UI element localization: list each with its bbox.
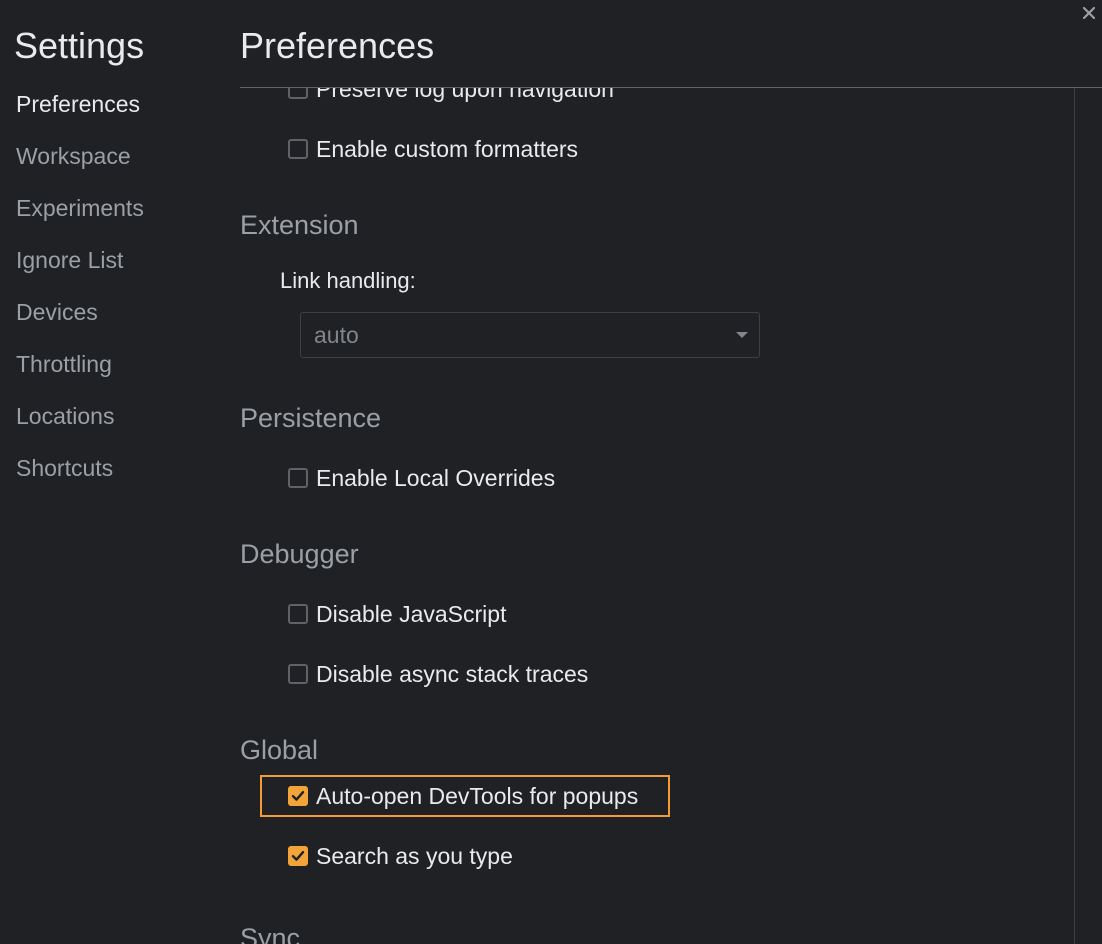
sidebar-item-experiments[interactable]: Experiments — [0, 182, 225, 234]
search-as-you-type-checkbox-row[interactable]: Search as you type — [288, 841, 513, 871]
link-handling-select[interactable]: auto — [300, 312, 760, 358]
sidebar-item-throttling[interactable]: Throttling — [0, 338, 225, 390]
search-as-you-type-label: Search as you type — [316, 843, 513, 869]
auto-open-devtools-label: Auto-open DevTools for popups — [316, 783, 639, 809]
auto-open-devtools-checkbox-row[interactable]: Auto-open DevTools for popups — [288, 781, 638, 811]
link-handling-label: Link handling: — [280, 268, 416, 293]
chevron-down-icon — [736, 332, 748, 338]
disable-async-label: Disable async stack traces — [316, 661, 589, 687]
custom-formatters-checkbox[interactable] — [288, 139, 308, 159]
preserve-log-label: Preserve log upon navigation — [316, 88, 614, 102]
page-title: Preferences — [240, 25, 435, 66]
sidebar-item-ignore-list[interactable]: Ignore List — [0, 234, 225, 286]
section-title-debugger: Debugger — [240, 539, 359, 569]
custom-formatters-checkbox-row[interactable]: Enable custom formatters — [288, 134, 578, 164]
section-title-persistence: Persistence — [240, 403, 382, 433]
sidebar-item-workspace[interactable]: Workspace — [0, 130, 225, 182]
custom-formatters-label: Enable custom formatters — [316, 136, 579, 162]
settings-sidebar: Settings Preferences Workspace Experimen… — [0, 0, 225, 944]
settings-window: Settings Preferences Workspace Experimen… — [0, 0, 1102, 944]
section-title-global: Global — [240, 735, 319, 765]
close-button[interactable] — [1078, 2, 1100, 26]
sidebar-title: Settings — [14, 25, 145, 66]
section-title-sync: Sync — [240, 923, 301, 944]
link-handling-value: auto — [314, 322, 359, 348]
auto-open-devtools-checkbox[interactable] — [288, 786, 308, 806]
sidebar-item-preferences[interactable]: Preferences — [0, 78, 225, 130]
disable-javascript-checkbox[interactable] — [288, 604, 308, 624]
preserve-log-checkbox-row[interactable]: Preserve log upon navigation — [288, 88, 614, 104]
sidebar-nav: Preferences Workspace Experiments Ignore… — [0, 78, 225, 494]
preferences-scroll-area[interactable]: Preserve log upon navigation Enable cust… — [240, 88, 1074, 944]
sidebar-item-locations[interactable]: Locations — [0, 390, 225, 442]
sidebar-item-devices[interactable]: Devices — [0, 286, 225, 338]
disable-javascript-label: Disable JavaScript — [316, 601, 507, 627]
local-overrides-checkbox[interactable] — [288, 468, 308, 488]
preferences-panel: Preferences Preserve log upon navigation… — [240, 0, 1102, 944]
disable-javascript-checkbox-row[interactable]: Disable JavaScript — [288, 599, 506, 629]
checkmark-icon — [291, 791, 305, 801]
section-title-extension: Extension — [240, 210, 359, 240]
disable-async-checkbox[interactable] — [288, 664, 308, 684]
checkmark-icon — [291, 851, 305, 861]
search-as-you-type-checkbox[interactable] — [288, 846, 308, 866]
local-overrides-label: Enable Local Overrides — [316, 465, 556, 491]
local-overrides-checkbox-row[interactable]: Enable Local Overrides — [288, 463, 555, 493]
sidebar-item-shortcuts[interactable]: Shortcuts — [0, 442, 225, 494]
preserve-log-checkbox[interactable] — [288, 88, 308, 99]
disable-async-checkbox-row[interactable]: Disable async stack traces — [288, 659, 588, 689]
close-icon — [1082, 6, 1096, 20]
scrollbar-track[interactable] — [1074, 88, 1102, 944]
